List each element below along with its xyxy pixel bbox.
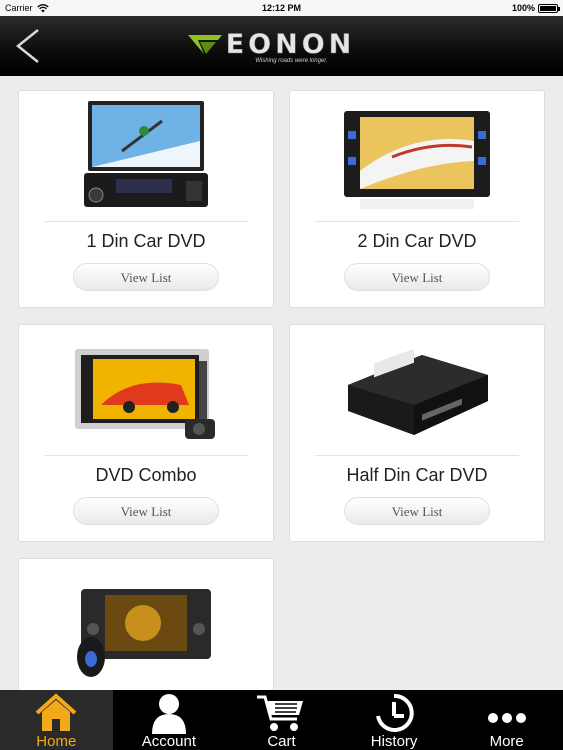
product-title: 2 Din Car DVD <box>357 231 477 251</box>
status-bar: Carrier 12:12 PM 100% <box>0 0 563 16</box>
product-image <box>19 101 273 213</box>
product-title: DVD Combo <box>95 465 197 485</box>
more-icon <box>487 713 526 723</box>
product-image <box>19 569 273 681</box>
status-time: 12:12 PM <box>261 3 302 13</box>
tab-history[interactable]: History <box>338 690 451 750</box>
battery-percent: 100% <box>511 3 535 13</box>
tab-label: History <box>370 733 418 750</box>
logo-swoosh-icon <box>187 35 222 54</box>
carrier-label: Carrier <box>5 3 33 13</box>
product-card[interactable]: 1 Din Car DVD View List <box>18 90 274 308</box>
logo-text: EONON <box>225 28 356 60</box>
back-arrow-icon[interactable] <box>10 26 46 66</box>
tab-account[interactable]: Account <box>113 690 226 750</box>
tab-label: More <box>489 733 524 750</box>
cart-icon <box>257 695 304 731</box>
tab-label: Home <box>36 733 77 750</box>
product-card[interactable]: 2 Din Car DVD View List <box>289 90 545 308</box>
view-list-button[interactable]: View List <box>344 263 490 291</box>
product-title: 1 Din Car DVD <box>86 231 206 251</box>
product-title: Half Din Car DVD <box>346 465 488 485</box>
tab-home[interactable]: Home <box>0 690 113 750</box>
nav-bar: EONON Wishing roads were longer. <box>0 16 563 76</box>
view-list-button[interactable]: View List <box>73 497 219 525</box>
logo-slogan: Wishing roads were longer. <box>255 57 328 64</box>
product-image <box>290 101 544 213</box>
product-image <box>19 335 273 447</box>
brand-logo: EONON Wishing roads were longer. <box>187 28 356 64</box>
battery-icon <box>538 3 560 13</box>
tab-bar: Home Account Cart History More <box>0 690 563 750</box>
tab-cart[interactable]: Cart <box>225 690 338 750</box>
product-image <box>290 335 544 447</box>
tab-label: Cart <box>267 733 296 750</box>
wifi-icon <box>36 3 49 12</box>
history-icon <box>376 693 414 732</box>
view-list-button[interactable]: View List <box>344 497 490 525</box>
product-card[interactable]: Half Din Car DVD View List <box>289 324 545 542</box>
product-card[interactable]: DVD Combo View List <box>18 324 274 542</box>
view-list-button[interactable]: View List <box>73 263 219 291</box>
tab-more[interactable]: More <box>450 690 563 750</box>
account-icon <box>151 694 186 734</box>
tab-label: Account <box>141 733 196 750</box>
home-icon <box>35 693 77 731</box>
